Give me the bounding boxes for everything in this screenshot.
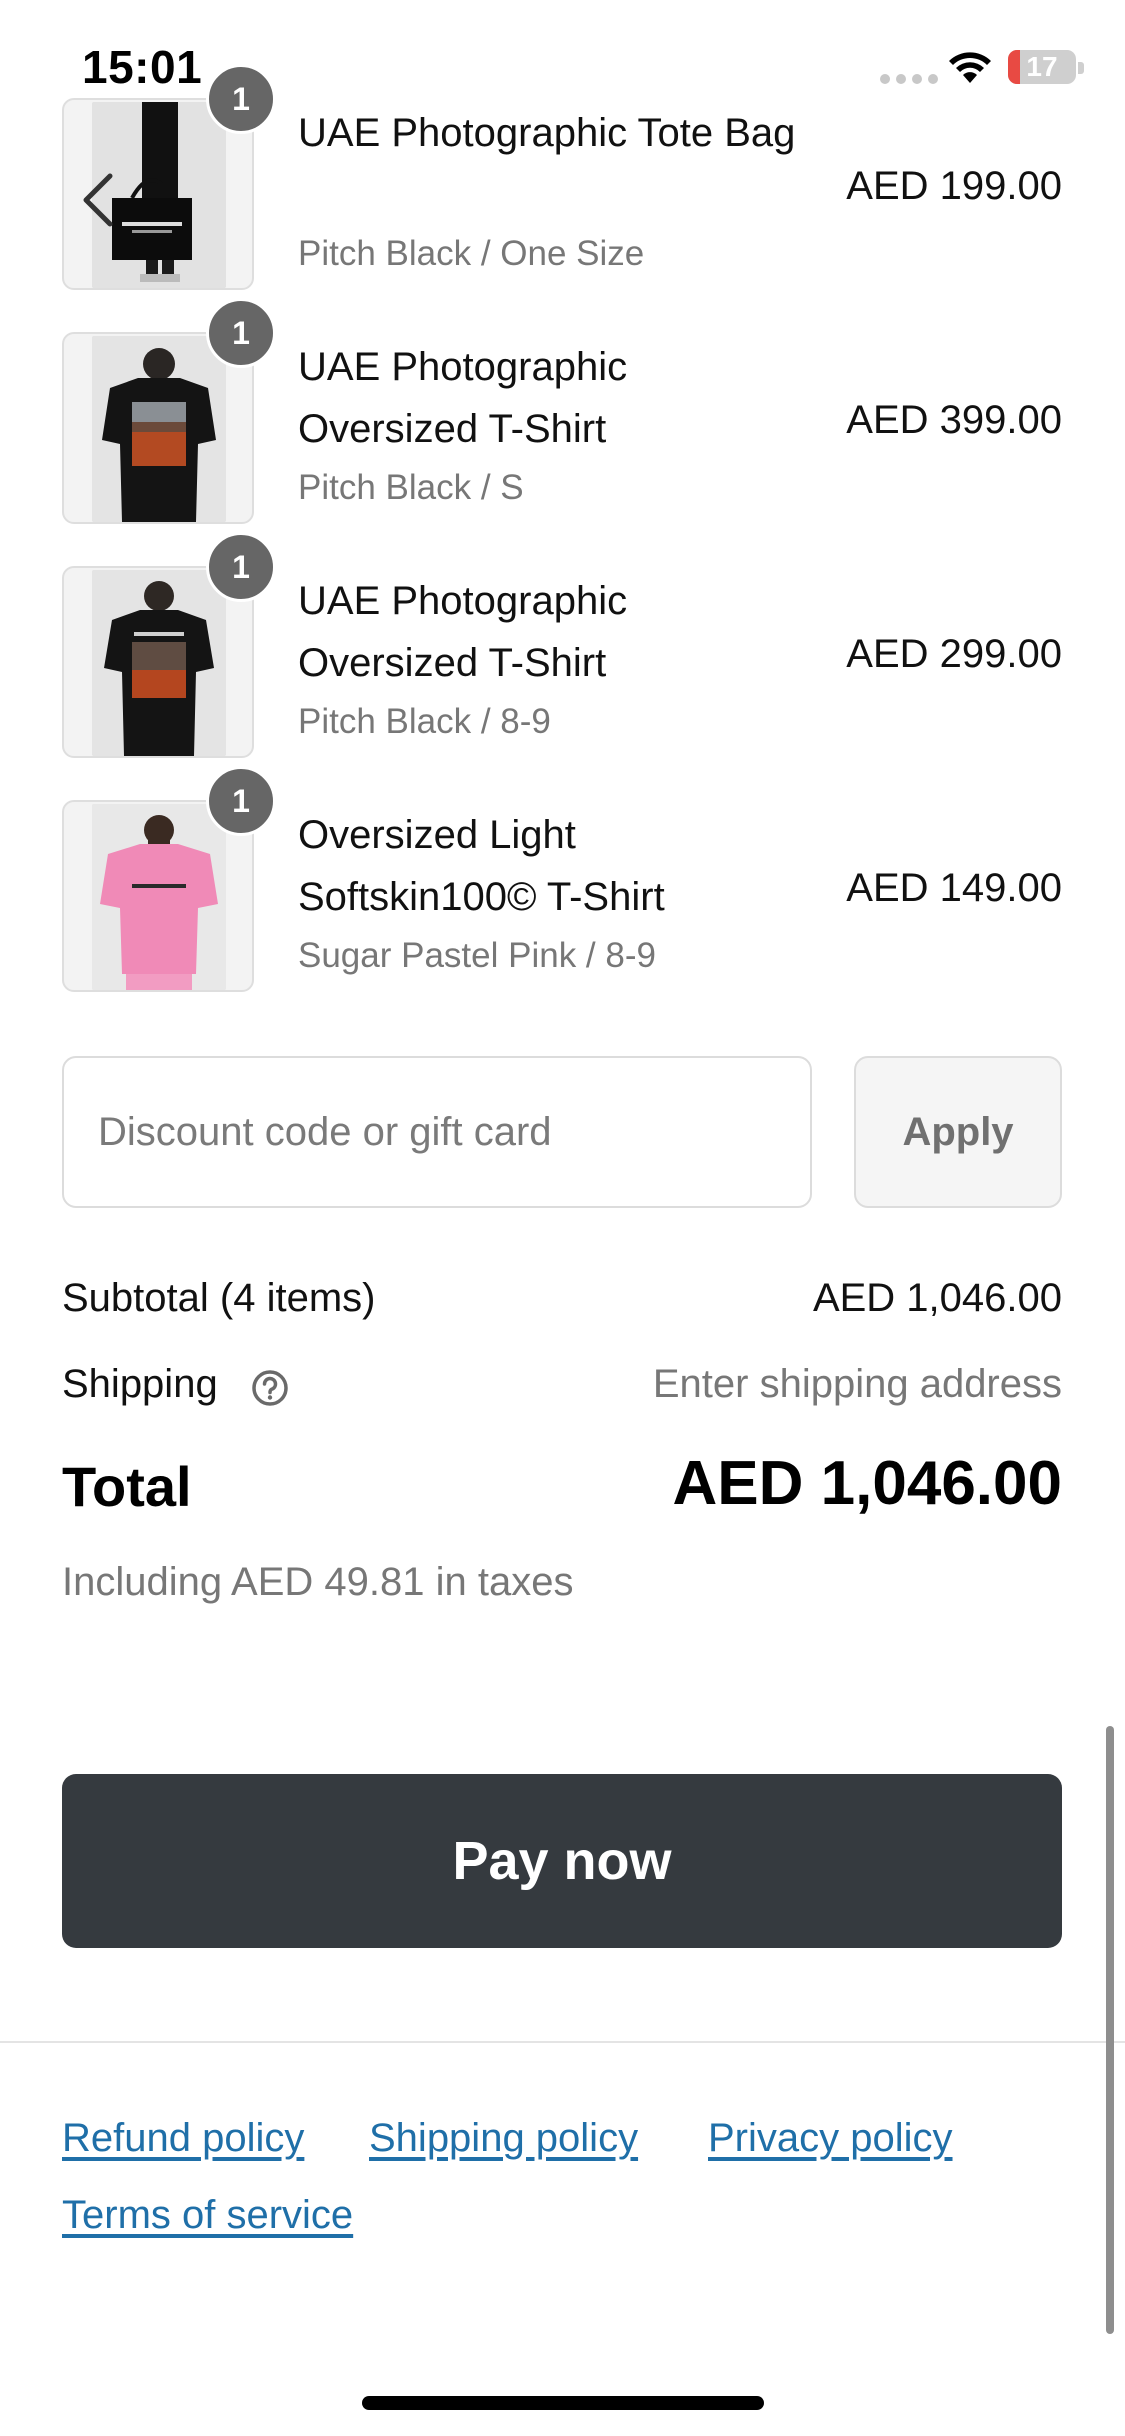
product-thumbnail: 1 bbox=[62, 532, 276, 758]
item-title: Oversized Light Softskin100© T-Shirt bbox=[298, 813, 665, 919]
wifi-icon bbox=[949, 52, 991, 83]
quantity-badge: 1 bbox=[206, 532, 276, 602]
total-label: Total bbox=[62, 1455, 192, 1518]
battery-cap bbox=[1078, 62, 1084, 74]
product-image-oversized-tshirt-kids bbox=[92, 570, 226, 756]
help-circle-icon[interactable] bbox=[250, 1368, 290, 1408]
shipping-policy-link[interactable]: Shipping policy bbox=[369, 2116, 638, 2161]
battery-percentage: 17 bbox=[1026, 51, 1058, 82]
apply-discount-button[interactable]: Apply bbox=[854, 1056, 1062, 1208]
item-variant: Sugar Pastel Pink / 8-9 bbox=[298, 936, 656, 975]
checkout-page: 15:01 17 1 UAE Photographic Tote Bag Pit… bbox=[0, 0, 1125, 2436]
pay-now-button[interactable]: Pay now bbox=[62, 1774, 1062, 1948]
item-variant: Pitch Black / One Size bbox=[298, 234, 645, 273]
quantity-badge: 1 bbox=[206, 298, 276, 368]
subtotal-value: AED 1,046.00 bbox=[812, 1276, 1062, 1320]
status-time: 15:01 bbox=[82, 41, 203, 93]
footer-divider bbox=[0, 2041, 1125, 2043]
home-indicator[interactable] bbox=[362, 2396, 764, 2410]
product-image-pink-tshirt bbox=[92, 804, 226, 990]
cellular-signal-icon bbox=[880, 74, 938, 84]
quantity-badge: 1 bbox=[206, 64, 276, 134]
item-variant: Pitch Black / 8-9 bbox=[298, 702, 551, 741]
battery-icon: 17 bbox=[1008, 50, 1076, 84]
subtotal-label: Subtotal (4 items) bbox=[62, 1276, 376, 1320]
item-price: AED 399.00 bbox=[846, 398, 1062, 442]
shipping-value: Enter shipping address bbox=[652, 1362, 1062, 1406]
product-thumbnail: 1 bbox=[62, 298, 276, 524]
shipping-label: Shipping bbox=[62, 1362, 218, 1406]
total-value: AED 1,046.00 bbox=[672, 1449, 1062, 1518]
item-title: UAE Photographic Oversized T-Shirt bbox=[298, 579, 628, 685]
item-price: AED 199.00 bbox=[846, 164, 1062, 208]
taxes-note: Including AED 49.81 in taxes bbox=[62, 1560, 574, 1604]
item-title: UAE Photographic Tote Bag bbox=[298, 111, 796, 155]
item-variant: Pitch Black / S bbox=[298, 468, 524, 507]
line-item: 1 UAE Photographic Oversized T-Shirt Pit… bbox=[62, 298, 1062, 566]
line-items-list: 1 UAE Photographic Tote Bag Pitch Black … bbox=[62, 64, 1062, 1034]
chevron-left-icon[interactable] bbox=[78, 172, 118, 228]
line-item: 1 Oversized Light Softskin100© T-Shirt S… bbox=[62, 766, 1062, 1034]
refund-policy-link[interactable]: Refund policy bbox=[62, 2116, 304, 2161]
discount-code-input[interactable] bbox=[62, 1056, 812, 1208]
quantity-badge: 1 bbox=[206, 766, 276, 836]
line-item: 1 UAE Photographic Tote Bag Pitch Black … bbox=[62, 64, 1062, 332]
item-price: AED 149.00 bbox=[846, 866, 1062, 910]
product-image-oversized-tshirt bbox=[92, 336, 226, 522]
terms-of-service-link[interactable]: Terms of service bbox=[62, 2193, 353, 2238]
scrollbar[interactable] bbox=[1106, 1726, 1114, 2334]
product-thumbnail: 1 bbox=[62, 766, 276, 992]
item-title: UAE Photographic Oversized T-Shirt bbox=[298, 345, 628, 451]
privacy-policy-link[interactable]: Privacy policy bbox=[708, 2116, 953, 2161]
item-price: AED 299.00 bbox=[846, 632, 1062, 676]
line-item: 1 UAE Photographic Oversized T-Shirt Pit… bbox=[62, 532, 1062, 800]
